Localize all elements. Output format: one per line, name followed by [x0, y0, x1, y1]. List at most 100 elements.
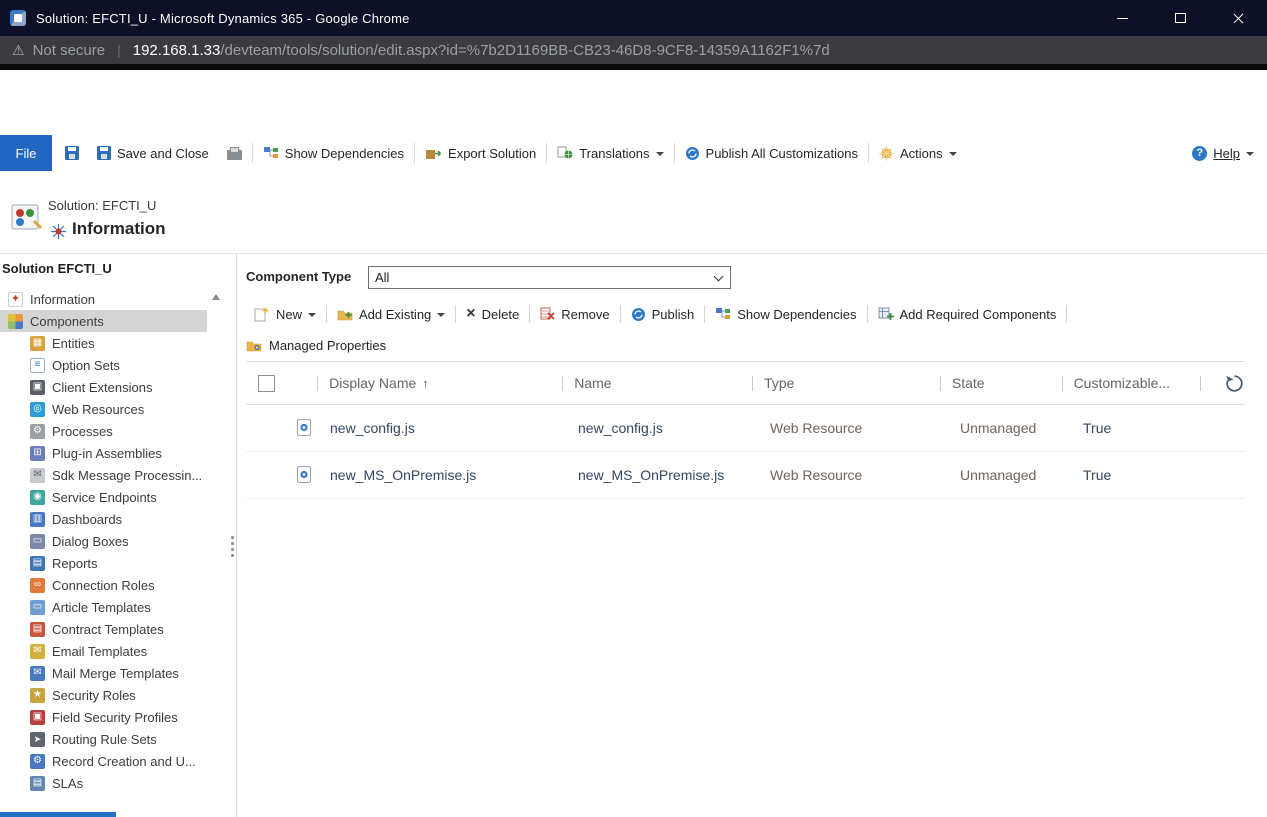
- managed-properties-button[interactable]: Managed Properties: [246, 334, 386, 356]
- sidebar-item-entities[interactable]: Entities: [0, 332, 207, 354]
- sidebar-item-service-endpoints[interactable]: Service Endpoints: [0, 486, 207, 508]
- help-button[interactable]: Help: [1183, 135, 1263, 171]
- sidebar-item-information[interactable]: Information: [0, 288, 207, 310]
- help-label: Help: [1213, 146, 1240, 161]
- cell-state: Unmanaged: [948, 420, 1071, 436]
- add-required-components-button[interactable]: Add Required Components: [870, 307, 1065, 322]
- sidebar-item-label: Option Sets: [52, 358, 120, 373]
- close-button[interactable]: [1209, 0, 1267, 36]
- component-type-label: Component Type: [246, 269, 351, 284]
- save-button[interactable]: [56, 135, 88, 171]
- sidebar-item-label: Entities: [52, 336, 95, 351]
- publish-button[interactable]: Publish: [623, 307, 703, 322]
- app-favicon-icon: [10, 10, 26, 26]
- printer-icon: [227, 150, 242, 160]
- sidebar-item-article-templates[interactable]: Article Templates: [0, 596, 207, 618]
- sidebar-item-sdk-message-processing[interactable]: Sdk Message Processin...: [0, 464, 207, 486]
- publish-label: Publish: [652, 307, 695, 322]
- column-label: Display Name: [329, 375, 416, 391]
- sidebar-item-slas[interactable]: SLAs: [0, 772, 207, 794]
- file-tab[interactable]: File: [0, 135, 52, 171]
- sidebar-item-client-extensions[interactable]: Client Extensions: [0, 376, 207, 398]
- url-path[interactable]: /devteam/tools/solution/edit.aspx?id=%7b…: [220, 42, 829, 59]
- security-roles-icon: [30, 688, 45, 703]
- managed-properties-icon: [246, 339, 262, 352]
- actions-button[interactable]: Actions: [870, 135, 966, 171]
- ribbon-separator: [546, 143, 547, 163]
- sidebar-item-label: Field Security Profiles: [52, 710, 178, 725]
- component-type-select[interactable]: All: [368, 266, 731, 289]
- show-dependencies-button[interactable]: Show Dependencies: [254, 135, 413, 171]
- client-extensions-icon: [30, 380, 45, 395]
- solution-icon: [10, 202, 46, 234]
- sidebar-item-dialog-boxes[interactable]: Dialog Boxes: [0, 530, 207, 552]
- row-icon-cell: [290, 466, 318, 484]
- show-dependencies-grid-button[interactable]: Show Dependencies: [707, 307, 864, 322]
- sidebar-item-mail-merge-templates[interactable]: Mail Merge Templates: [0, 662, 207, 684]
- save-and-close-button[interactable]: Save and Close: [88, 135, 218, 171]
- export-icon: [425, 146, 442, 160]
- component-type-value: All: [375, 270, 389, 285]
- sidebar-item-processes[interactable]: Processes: [0, 420, 207, 442]
- sidebar-scroll-up-icon[interactable]: [212, 294, 220, 300]
- translations-icon: [557, 146, 573, 160]
- new-button[interactable]: New: [246, 306, 324, 322]
- panel-splitter-handle[interactable]: [231, 536, 234, 557]
- grid-toolbar: New Add Existing Delete Remove: [246, 299, 1245, 329]
- sort-ascending-icon: [422, 375, 429, 391]
- column-header-customizable[interactable]: Customizable...: [1062, 362, 1200, 404]
- chevron-down-icon: [1246, 152, 1254, 156]
- routing-rule-icon: [30, 732, 45, 747]
- security-label[interactable]: Not secure: [33, 42, 106, 59]
- sidebar-item-dashboards[interactable]: Dashboards: [0, 508, 207, 530]
- sidebar-item-label: Reports: [52, 556, 98, 571]
- chevron-down-icon: [714, 272, 724, 282]
- cell-display-name[interactable]: new_config.js: [318, 420, 566, 436]
- sidebar-item-field-security-profiles[interactable]: Field Security Profiles: [0, 706, 207, 728]
- toolbar-separator: [867, 305, 868, 323]
- sidebar-item-contract-templates[interactable]: Contract Templates: [0, 618, 207, 640]
- table-row[interactable]: new_MS_OnPremise.js new_MS_OnPremise.js …: [246, 452, 1245, 499]
- export-solution-label: Export Solution: [448, 146, 536, 161]
- refresh-button[interactable]: [1224, 373, 1245, 394]
- remove-button[interactable]: Remove: [532, 307, 617, 322]
- column-header-name[interactable]: Name: [562, 362, 752, 404]
- select-all-checkbox[interactable]: [258, 375, 275, 392]
- chevron-down-icon: [308, 313, 316, 317]
- record-creation-icon: [30, 754, 45, 769]
- sidebar-item-components[interactable]: Components: [0, 310, 207, 332]
- dependencies-icon: [263, 146, 279, 160]
- toolbar-separator: [620, 305, 621, 323]
- sidebar-item-email-templates[interactable]: Email Templates: [0, 640, 207, 662]
- sidebar-item-security-roles[interactable]: Security Roles: [0, 684, 207, 706]
- cell-display-name[interactable]: new_MS_OnPremise.js: [318, 467, 566, 483]
- sidebar-item-connection-roles[interactable]: Connection Roles: [0, 574, 207, 596]
- sidebar-item-record-creation[interactable]: Record Creation and U...: [0, 750, 207, 772]
- column-header-type[interactable]: Type: [752, 362, 940, 404]
- delete-button[interactable]: Delete: [458, 306, 527, 322]
- add-existing-button[interactable]: Add Existing: [329, 307, 453, 322]
- sidebar-item-label: Information: [30, 292, 95, 307]
- address-bar[interactable]: ⚠ Not secure | 192.168.1.33/devteam/tool…: [0, 36, 1267, 64]
- cell-type: Web Resource: [758, 467, 948, 483]
- translations-button[interactable]: Translations: [548, 135, 672, 171]
- url-host[interactable]: 192.168.1.33: [133, 42, 221, 59]
- sidebar-item-reports[interactable]: Reports: [0, 552, 207, 574]
- sidebar-item-label: Contract Templates: [52, 622, 164, 637]
- sidebar-item-label: Mail Merge Templates: [52, 666, 179, 681]
- toolbar-separator: [326, 305, 327, 323]
- sidebar-item-plugin-assemblies[interactable]: Plug-in Assemblies: [0, 442, 207, 464]
- table-row[interactable]: new_config.js new_config.js Web Resource…: [246, 405, 1245, 452]
- sidebar-item-routing-rule-sets[interactable]: Routing Rule Sets: [0, 728, 207, 750]
- sidebar-item-web-resources[interactable]: Web Resources: [0, 398, 207, 420]
- minimize-button[interactable]: [1093, 0, 1151, 36]
- print-button[interactable]: [218, 135, 251, 171]
- main-panel: Component Type All New Add Existing Dele…: [237, 254, 1267, 817]
- add-required-icon: [878, 307, 894, 321]
- maximize-button[interactable]: [1151, 0, 1209, 36]
- export-solution-button[interactable]: Export Solution: [416, 135, 545, 171]
- column-header-state[interactable]: State: [940, 362, 1062, 404]
- column-header-display-name[interactable]: Display Name: [317, 362, 562, 404]
- sidebar-item-option-sets[interactable]: Option Sets: [0, 354, 207, 376]
- publish-all-customizations-button[interactable]: Publish All Customizations: [676, 135, 867, 171]
